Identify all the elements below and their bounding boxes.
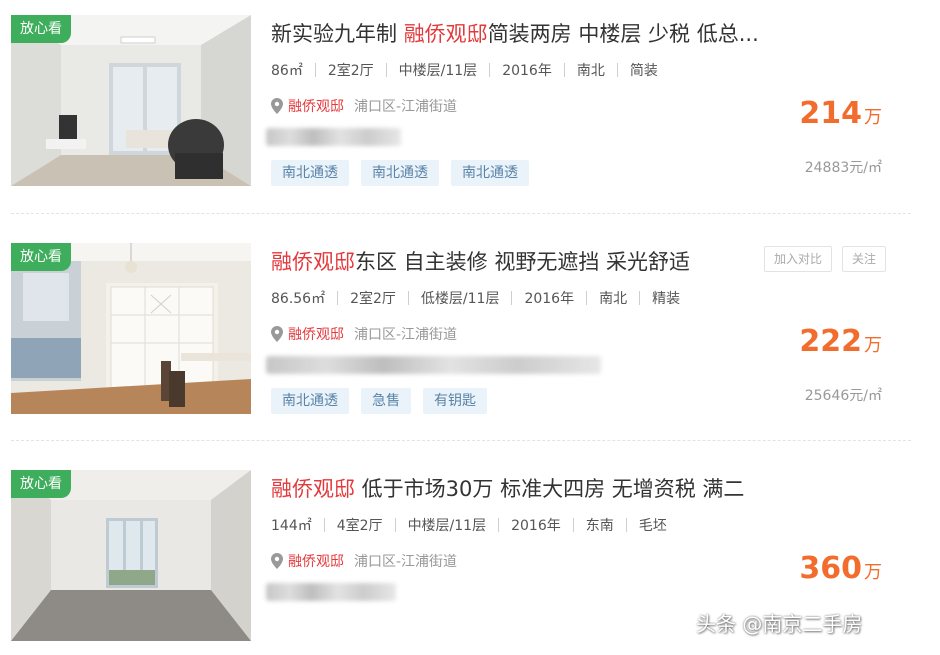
attr-orientation: 东南 (585, 518, 614, 534)
attr-divider (407, 291, 409, 305)
total-price: 360 万 (799, 551, 882, 586)
unit-price: 24883元/㎡ (804, 160, 882, 176)
attr-divider (511, 291, 513, 305)
verified-badge: 放心看 (11, 15, 71, 43)
listing-attributes: 86㎡ 2室2厅 中楼层/11层 2016年 南北 简装 (271, 60, 658, 80)
attr-decoration: 简装 (629, 63, 658, 79)
attr-divider (489, 63, 491, 77)
price-value: 222 (799, 324, 862, 359)
location-pin-icon (271, 98, 283, 114)
location-pin-icon (271, 326, 283, 342)
blurred-info (266, 583, 396, 601)
listing-title[interactable]: 融侨观邸 低于市场30万 标准大四房 无增资税 满二 (271, 473, 744, 503)
attr-year: 2016年 (502, 63, 552, 79)
attr-divider (498, 518, 500, 532)
verified-badge: 放心看 (11, 470, 71, 498)
attr-divider (572, 518, 574, 532)
feature-tag: 急售 (361, 388, 411, 414)
source-watermark: 头条 @南京二手房 (696, 612, 863, 636)
attr-area: 86.56㎡ (271, 291, 326, 307)
listing-card[interactable]: 放心看 新实验九年制 融侨观邸简装两房 中楼层 少税 低总... 86㎡ 2室2… (0, 0, 940, 200)
listing-photo[interactable]: 放心看 (11, 15, 251, 186)
attr-divider (625, 518, 627, 532)
listing-location: 融侨观邸 浦口区-江浦街道 (271, 551, 457, 571)
title-community-highlight: 融侨观邸 (403, 22, 488, 46)
price-value: 214 (799, 96, 862, 131)
feature-tag: 南北通透 (271, 388, 349, 414)
district-link[interactable]: 浦口区-江浦街道 (354, 551, 457, 571)
unit-price: 25646元/㎡ (804, 388, 882, 404)
price-unit: 万 (864, 562, 882, 583)
tag-list: 南北通透 南北通透 南北通透 (271, 160, 541, 186)
price-unit: 万 (864, 335, 882, 356)
district-link[interactable]: 浦口区-江浦街道 (354, 324, 457, 344)
title-suffix: 低于市场30万 标准大四房 无增资税 满二 (355, 477, 745, 501)
title-suffix: 简装两房 中楼层 少税 低总... (487, 22, 759, 46)
listing-divider (11, 213, 911, 214)
title-prefix: 新实验九年制 (271, 22, 404, 46)
title-suffix: 东区 自主装修 视野无遮挡 采光舒适 (355, 250, 691, 274)
district-link[interactable]: 浦口区-江浦街道 (354, 96, 457, 116)
listing-title[interactable]: 融侨观邸东区 自主装修 视野无遮挡 采光舒适 (271, 246, 690, 276)
listing-attributes: 86.56㎡ 2室2厅 低楼层/11层 2016年 南北 精装 (271, 288, 680, 308)
attr-divider (586, 291, 588, 305)
community-link[interactable]: 融侨观邸 (288, 96, 344, 116)
attr-divider (314, 63, 316, 77)
verified-badge: 放心看 (11, 243, 71, 271)
feature-tag: 有钥匙 (423, 388, 487, 414)
attr-orientation: 南北 (576, 63, 605, 79)
listing-title[interactable]: 新实验九年制 融侨观邸简装两房 中楼层 少税 低总... (271, 18, 759, 48)
attr-area: 144㎡ (271, 518, 312, 534)
title-community-highlight: 融侨观邸 (271, 250, 355, 274)
attr-layout: 2室2厅 (350, 291, 396, 307)
tag-list: 南北通透 急售 有钥匙 (271, 388, 499, 414)
listing-photo[interactable]: 放心看 (11, 243, 251, 414)
listing-location: 融侨观邸 浦口区-江浦街道 (271, 324, 457, 344)
location-pin-icon (271, 553, 283, 569)
attr-floor: 中楼层/11层 (398, 63, 478, 79)
community-link[interactable]: 融侨观邸 (288, 551, 344, 571)
attr-layout: 2室2厅 (327, 63, 374, 79)
attr-divider (385, 63, 387, 77)
attr-floor: 中楼层/11层 (407, 518, 487, 534)
title-community-highlight: 融侨观邸 (271, 477, 355, 501)
blurred-info (266, 356, 601, 374)
listing-page: 放心看 新实验九年制 融侨观邸简装两房 中楼层 少税 低总... 86㎡ 2室2… (0, 0, 940, 655)
attr-area: 86㎡ (271, 63, 303, 79)
price-unit: 万 (864, 107, 882, 128)
follow-button[interactable]: 关注 (842, 246, 887, 272)
feature-tag: 南北通透 (451, 160, 529, 186)
listing-photo[interactable]: 放心看 (11, 470, 251, 641)
listing-attributes: 144㎡ 4室2厅 中楼层/11层 2016年 东南 毛坯 (271, 515, 667, 535)
price-value: 360 (799, 551, 862, 586)
attr-layout: 4室2厅 (336, 518, 383, 534)
blurred-info (266, 128, 401, 146)
attr-year: 2016年 (511, 518, 561, 534)
total-price: 222 万 (799, 324, 882, 359)
listing-divider (11, 440, 911, 441)
attr-divider (337, 291, 339, 305)
attr-year: 2016年 (524, 291, 575, 307)
community-link[interactable]: 融侨观邸 (288, 324, 344, 344)
feature-tag: 南北通透 (271, 160, 349, 186)
attr-divider (394, 518, 396, 532)
attr-orientation: 南北 (599, 291, 628, 307)
total-price: 214 万 (799, 96, 882, 131)
attr-decoration: 精装 (652, 291, 681, 307)
attr-divider (639, 291, 641, 305)
attr-divider (323, 518, 325, 532)
attr-decoration: 毛坯 (638, 518, 667, 534)
listing-location: 融侨观邸 浦口区-江浦街道 (271, 96, 457, 116)
attr-divider (563, 63, 565, 77)
attr-divider (616, 63, 618, 77)
add-to-compare-button[interactable]: 加入对比 (764, 246, 833, 272)
attr-floor: 低楼层/11层 (420, 291, 500, 307)
feature-tag: 南北通透 (361, 160, 439, 186)
